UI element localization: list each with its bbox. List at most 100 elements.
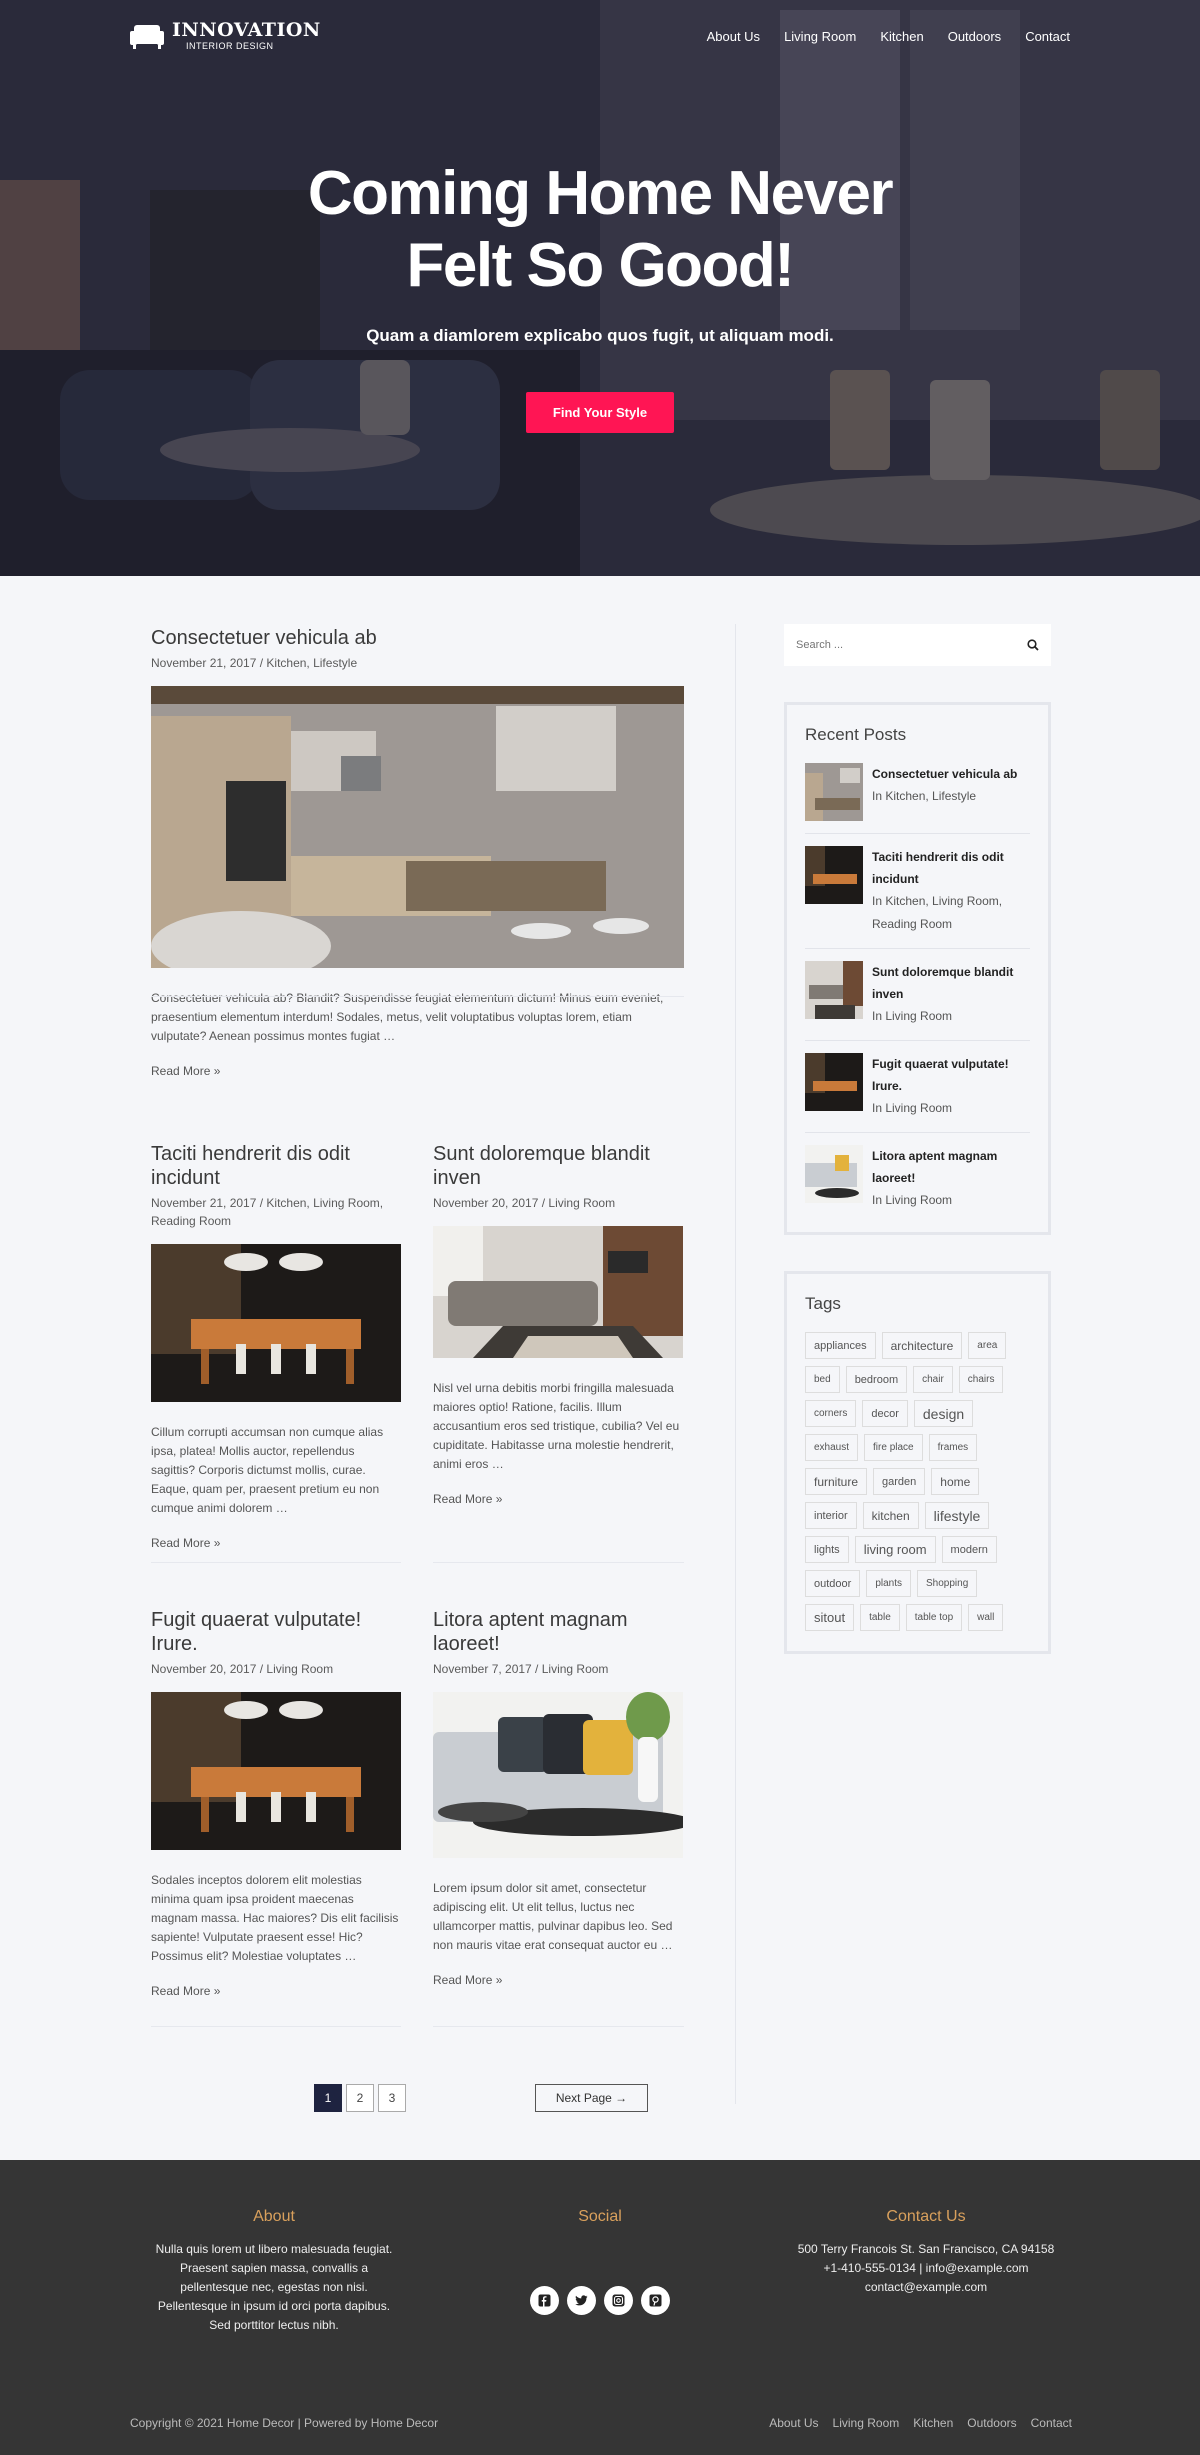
post-thumbnail-living-room[interactable] (433, 1226, 683, 1358)
recent-post-category: In Living Room (872, 1193, 953, 1207)
recent-post-item[interactable]: Consectetuer vehicula ab In Kitchen, Lif… (805, 763, 1030, 834)
search-icon[interactable] (1027, 639, 1039, 651)
facebook-icon[interactable] (530, 2286, 559, 2315)
recent-post-item[interactable]: Litora aptent magnam laoreet! In Living … (805, 1145, 1030, 1212)
nav-about-us[interactable]: About Us (707, 29, 760, 44)
tag-link[interactable]: kitchen (862, 1502, 919, 1529)
read-more-link[interactable]: Read More » (433, 1973, 683, 1987)
tag-link[interactable]: outdoor (805, 1570, 861, 1597)
footer-contact-email[interactable]: contact@example.com (782, 2278, 1070, 2297)
read-more-link[interactable]: Read More » (151, 1064, 684, 1078)
footer-contact-title: Contact Us (886, 2208, 966, 2225)
tag-link[interactable]: architecture (881, 1332, 963, 1359)
read-more-link[interactable]: Read More » (151, 1536, 401, 1550)
footer-link-about-us[interactable]: About Us (769, 2416, 818, 2430)
read-more-link[interactable]: Read More » (433, 1492, 683, 1506)
twitter-icon[interactable] (567, 2286, 596, 2315)
tag-link[interactable]: fire place (864, 1434, 923, 1461)
recent-post-title[interactable]: Litora aptent magnam laoreet! (872, 1145, 1030, 1189)
recent-post-category: In Kitchen, Living Room, Reading Room (872, 894, 1003, 931)
recent-post-category: In Living Room (872, 1009, 953, 1023)
recent-post-title[interactable]: Fugit quaerat vulputate! Irure. (872, 1053, 1030, 1097)
nav-outdoors[interactable]: Outdoors (948, 29, 1001, 44)
post-title[interactable]: Taciti hendrerit dis odit incidunt (151, 1143, 350, 1189)
hero-title: Coming Home Never Felt So Good! (307, 159, 894, 300)
recent-post-thumbnail[interactable] (805, 1145, 863, 1203)
recent-post-item[interactable]: Sunt doloremque blandit inven In Living … (805, 961, 1030, 1041)
nav-living-room[interactable]: Living Room (784, 29, 856, 44)
tag-link[interactable]: table top (905, 1604, 963, 1631)
tag-link[interactable]: wall (968, 1604, 1004, 1631)
tag-link[interactable]: plants (866, 1570, 911, 1597)
main-content: Consectetuer vehicula ab November 21, 20… (0, 576, 1200, 2160)
tag-link[interactable]: home (931, 1468, 980, 1495)
tag-link[interactable]: furniture (805, 1468, 868, 1495)
next-page-button[interactable]: Next Page → (535, 2084, 648, 2112)
post-divider (433, 1562, 684, 1563)
post-title[interactable]: Sunt doloremque blandit inven (433, 1143, 650, 1189)
footer-social-title: Social (578, 2208, 622, 2225)
tag-link[interactable]: corners (805, 1400, 857, 1427)
pinterest-icon[interactable] (641, 2286, 670, 2315)
tag-link[interactable]: garden (873, 1468, 926, 1495)
recent-post-thumbnail[interactable] (805, 763, 863, 821)
read-more-link[interactable]: Read More » (151, 1984, 401, 1998)
post-thumbnail-dining[interactable] (151, 1244, 401, 1402)
tag-link[interactable]: appliances (805, 1332, 876, 1359)
post-title[interactable]: Litora aptent magnam laoreet! (433, 1609, 628, 1655)
recent-post-title[interactable]: Sunt doloremque blandit inven (872, 961, 1030, 1005)
tag-link[interactable]: table (860, 1604, 900, 1631)
recent-post-thumbnail[interactable] (805, 846, 863, 904)
tag-link[interactable]: chairs (958, 1366, 1004, 1393)
search-input[interactable] (796, 639, 996, 651)
recent-post-title[interactable]: Consectetuer vehicula ab (872, 763, 1017, 785)
post-thumbnail-kitchen[interactable] (151, 686, 684, 981)
post-thumbnail-dining[interactable] (151, 1692, 401, 1850)
instagram-icon[interactable] (604, 2286, 633, 2315)
recent-posts-widget: Recent Posts Consectetuer vehicula ab In… (784, 702, 1051, 1235)
tag-link[interactable]: lights (805, 1536, 849, 1563)
tag-link[interactable]: area (968, 1332, 1007, 1359)
recent-post-thumbnail[interactable] (805, 1053, 863, 1111)
tag-link[interactable]: interior (805, 1502, 857, 1529)
nav-contact[interactable]: Contact (1025, 29, 1070, 44)
recent-post-item[interactable]: Taciti hendrerit dis odit incidunt In Ki… (805, 846, 1030, 949)
site-logo[interactable]: INNOVATION INTERIOR DESIGN (130, 21, 321, 51)
tag-link[interactable]: sitout (805, 1604, 855, 1631)
footer-social: Social (500, 2208, 700, 2315)
post-thumbnail-sofa[interactable] (433, 1692, 693, 1858)
post-excerpt: Consectetuer vehicula ab? Blandit? Suspe… (151, 991, 664, 1043)
footer-link-contact[interactable]: Contact (1031, 2416, 1072, 2430)
footer-link-living-room[interactable]: Living Room (833, 2416, 900, 2430)
post-card: Litora aptent magnam laoreet! November 7… (433, 1608, 693, 1987)
page-2-button[interactable]: 2 (346, 2084, 374, 2112)
page-1-button[interactable]: 1 (314, 2084, 342, 2112)
nav-kitchen[interactable]: Kitchen (880, 29, 923, 44)
tag-link[interactable]: chair (913, 1366, 953, 1393)
tag-link[interactable]: exhaust (805, 1434, 859, 1461)
tag-link[interactable]: design (913, 1400, 974, 1427)
tag-link[interactable]: Shopping (917, 1570, 978, 1597)
tag-link[interactable]: modern (941, 1536, 997, 1563)
recent-post-title[interactable]: Taciti hendrerit dis odit incidunt (872, 846, 1030, 890)
page-3-button[interactable]: 3 (378, 2084, 406, 2112)
footer-about-text: Nulla quis lorem ut libero malesuada feu… (155, 2242, 393, 2332)
tag-link[interactable]: bedroom (845, 1366, 908, 1393)
tag-link[interactable]: decor (862, 1400, 908, 1427)
sidebar: Recent Posts Consectetuer vehicula ab In… (784, 624, 1051, 1654)
tag-link[interactable]: living room (854, 1536, 936, 1563)
tag-link[interactable]: bed (805, 1366, 840, 1393)
tag-link[interactable]: frames (928, 1434, 978, 1461)
recent-post-thumbnail[interactable] (805, 961, 863, 1019)
post-title[interactable]: Fugit quaerat vulputate! Irure. (151, 1609, 361, 1655)
brand-name: INNOVATION (172, 19, 321, 41)
post-meta: November 7, 2017 / Living Room (433, 1662, 609, 1676)
post-title[interactable]: Consectetuer vehicula ab (151, 627, 377, 649)
tag-link[interactable]: lifestyle (924, 1502, 990, 1529)
find-your-style-button[interactable]: Find Your Style (525, 392, 675, 433)
post-card: Sunt doloremque blandit inven November 2… (433, 1142, 683, 1506)
copyright-text: Copyright © 2021 Home Decor | Powered by… (130, 2416, 439, 2430)
recent-post-item[interactable]: Fugit quaerat vulputate! Irure. In Livin… (805, 1053, 1030, 1133)
footer-link-outdoors[interactable]: Outdoors (967, 2416, 1016, 2430)
footer-link-kitchen[interactable]: Kitchen (913, 2416, 953, 2430)
